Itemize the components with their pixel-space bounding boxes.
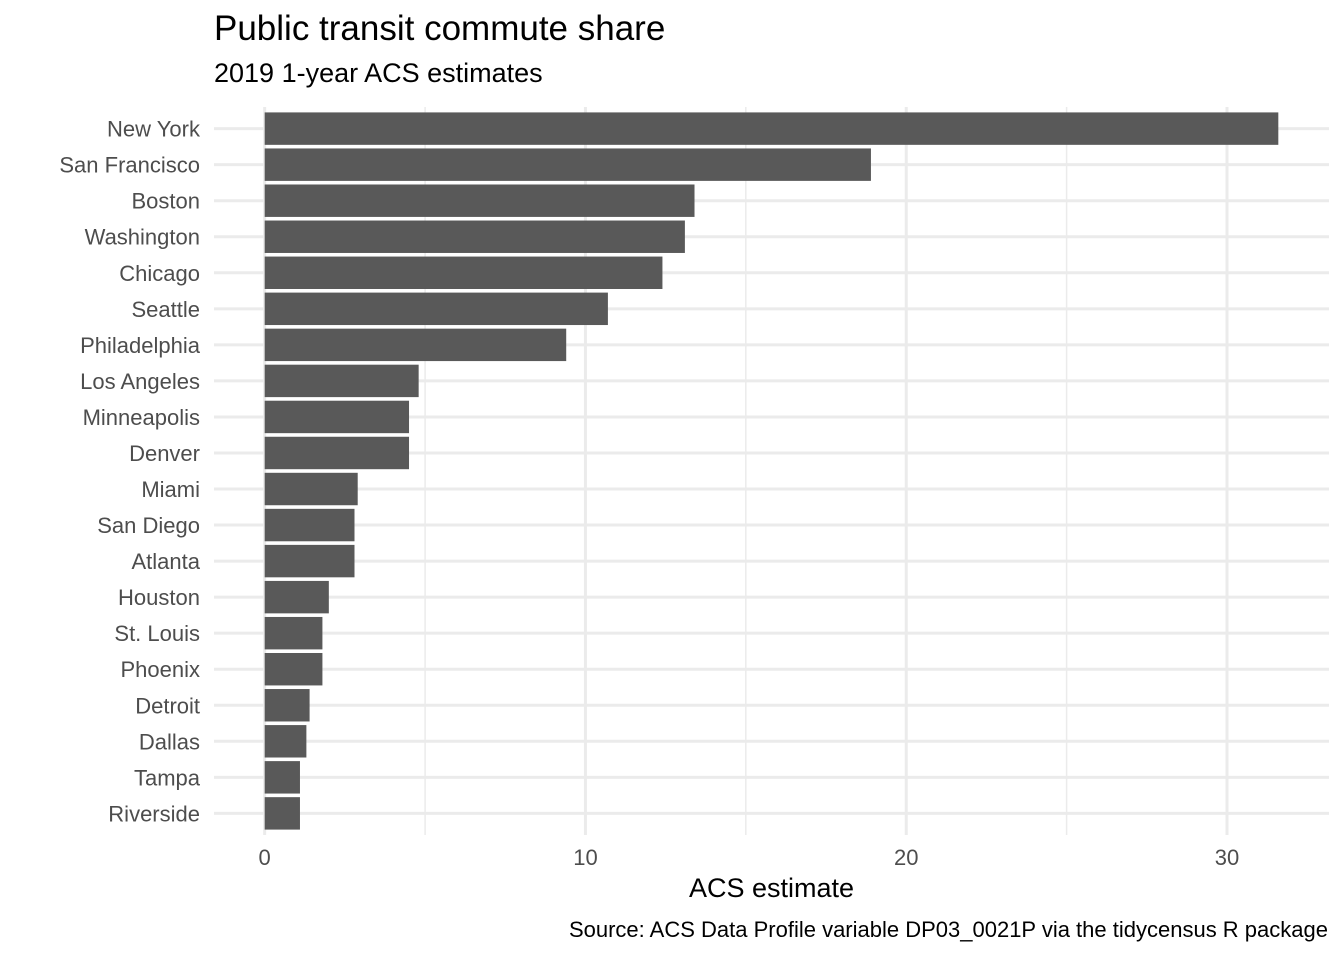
- x-tick-label: 20: [894, 845, 918, 870]
- bar-new-york: [264, 112, 1279, 145]
- bar-minneapolis: [264, 400, 410, 434]
- y-tick-label: St. Louis: [114, 621, 200, 646]
- bar-riverside: [264, 797, 300, 830]
- bar-st-louis: [264, 616, 323, 650]
- x-tick-label: 30: [1215, 845, 1239, 870]
- y-tick-label: Tampa: [134, 765, 201, 790]
- bar-washington: [264, 220, 685, 253]
- y-tick-label: Phoenix: [120, 657, 200, 682]
- x-tick-labels: 0 10 20 30: [259, 845, 1240, 870]
- bar-denver: [264, 436, 410, 470]
- bar-atlanta: [264, 544, 355, 578]
- y-tick-label: Miami: [141, 477, 200, 502]
- x-tick-label: 0: [259, 845, 271, 870]
- y-tick-label: Riverside: [108, 801, 200, 826]
- bar-philadelphia: [264, 328, 567, 362]
- bars: [264, 112, 1279, 830]
- y-tick-label: San Francisco: [59, 153, 200, 178]
- y-tick-label: Minneapolis: [83, 405, 200, 430]
- bar-miami: [264, 472, 358, 506]
- y-tick-label: Atlanta: [132, 549, 201, 574]
- x-tick-label: 10: [573, 845, 597, 870]
- bar-dallas: [264, 725, 307, 758]
- bar-phoenix: [264, 653, 323, 686]
- y-tick-label: Boston: [132, 189, 201, 214]
- y-tick-label: San Diego: [97, 513, 200, 538]
- bar-boston: [264, 184, 695, 217]
- y-tick-label: Denver: [129, 441, 200, 466]
- bar-tampa: [264, 761, 300, 794]
- bar-chart: New York San Francisco Boston Washington Chi…: [59, 107, 1329, 870]
- y-tick-label: Los Angeles: [80, 369, 200, 394]
- bar-seattle: [264, 292, 608, 326]
- chart-caption: Source: ACS Data Profile variable DP03_0…: [568, 917, 1328, 942]
- bar-los-angeles: [264, 364, 419, 398]
- y-tick-label: Philadelphia: [80, 333, 201, 358]
- y-tick-labels: New York San Francisco Boston Washington Chi…: [59, 117, 201, 827]
- bar-houston: [264, 580, 329, 614]
- bar-detroit: [264, 689, 310, 722]
- y-tick-label: Dallas: [139, 729, 200, 754]
- bar-san-francisco: [264, 148, 871, 181]
- y-tick-label: Houston: [118, 585, 200, 610]
- y-tick-label: Chicago: [119, 261, 200, 286]
- bar-chicago: [264, 256, 663, 289]
- x-axis-label: ACS estimate: [688, 873, 855, 903]
- y-tick-label: Seattle: [132, 297, 201, 322]
- bar-san-diego: [264, 508, 355, 542]
- y-tick-label: Washington: [85, 225, 200, 250]
- y-tick-label: New York: [107, 117, 201, 142]
- y-tick-label: Detroit: [135, 693, 200, 718]
